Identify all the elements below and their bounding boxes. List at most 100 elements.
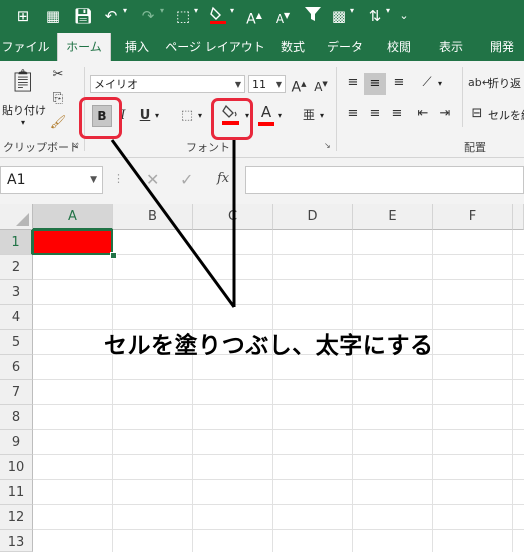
tab-formulas[interactable]: 数式	[272, 33, 314, 61]
enter-icon[interactable]: ✓	[180, 170, 193, 189]
increase-indent-icon[interactable]: ⇥	[436, 104, 454, 124]
font-name-select[interactable]: メイリオ ▼	[90, 75, 245, 93]
borders-icon[interactable]: ⬚	[172, 5, 194, 27]
font-color-button[interactable]: A	[257, 104, 275, 128]
format-painter-icon[interactable]: 🖌︎	[48, 113, 68, 133]
row-header[interactable]: 10	[0, 455, 33, 480]
font-increase-icon[interactable]: A▲	[243, 5, 265, 28]
bold-highlight-box	[79, 97, 122, 139]
row-header[interactable]: 6	[0, 355, 33, 380]
paste-button-label[interactable]: 貼り付け	[2, 102, 46, 118]
undo-dropdown-icon[interactable]: ▾	[123, 6, 127, 15]
column-header-b[interactable]: B	[113, 204, 193, 230]
column-header-f[interactable]: F	[433, 204, 513, 230]
gridline	[352, 230, 353, 552]
fill-dropdown-icon[interactable]: ▾	[230, 6, 234, 15]
phonetic-icon[interactable]: 亜	[300, 105, 318, 125]
alignment-group-label: 配置	[464, 141, 486, 154]
orientation-dropdown-icon[interactable]: ▾	[438, 79, 442, 88]
column-header-a[interactable]: A	[33, 204, 113, 230]
annotation-text: セルを塗りつぶし、太字にする	[104, 333, 434, 359]
font-increase-icon[interactable]: A▲	[290, 74, 308, 98]
copy-icon[interactable]: ⎘	[48, 89, 68, 109]
row-header[interactable]: 11	[0, 480, 33, 505]
more-icon[interactable]: ⌄	[396, 5, 412, 27]
row-header[interactable]: 9	[0, 430, 33, 455]
align-middle-icon[interactable]: ≡	[364, 73, 386, 95]
wrap-text-icon[interactable]: ab↵	[468, 73, 491, 93]
paste-dropdown-icon[interactable]: ▾	[21, 118, 25, 127]
pivot-icon[interactable]: ▩	[328, 5, 350, 27]
tab-page-layout[interactable]: ページ レイアウト	[164, 33, 266, 61]
row-header[interactable]: 8	[0, 405, 33, 430]
row-header[interactable]: 1	[0, 230, 33, 255]
column-header-d[interactable]: D	[273, 204, 353, 230]
row-header[interactable]: 5	[0, 330, 33, 355]
chevron-down-icon: ▼	[234, 80, 241, 89]
pivot-dropdown-icon[interactable]: ▾	[350, 6, 354, 15]
merge-cells-label[interactable]: セルを結	[488, 107, 524, 123]
divider	[336, 67, 337, 151]
tab-data[interactable]: データ	[320, 33, 370, 61]
borders-dropdown-icon[interactable]: ▾	[194, 6, 198, 15]
undo-icon[interactable]: ↶	[100, 5, 122, 27]
align-left-icon[interactable]: ≡	[344, 104, 362, 124]
align-top-icon[interactable]: ≡	[344, 73, 362, 93]
table-icon[interactable]: ⊞	[12, 5, 34, 27]
row-header[interactable]: 2	[0, 255, 33, 280]
column-header-g[interactable]	[513, 204, 524, 230]
merge-cells-icon[interactable]: ⊟	[468, 104, 486, 124]
font-decrease-icon[interactable]: A▼	[272, 5, 294, 27]
column-header-e[interactable]: E	[353, 204, 433, 230]
quick-access-toolbar: ⊞ ▦ 💾︎ ↶ ▾ ↷ ▾ ⬚ ▾ ▾ A▲ A▼ ▩ ▾ ⇅ ▾ ⌄	[0, 0, 524, 33]
gridline	[33, 279, 524, 280]
tab-file[interactable]: ファイル	[0, 33, 51, 61]
wrap-text-label[interactable]: 折り返	[488, 75, 521, 91]
phonetic-dropdown-icon[interactable]: ▾	[320, 111, 324, 120]
tab-review[interactable]: 校閲	[376, 33, 422, 61]
borders-dropdown-icon[interactable]: ▾	[198, 111, 202, 120]
fill-handle[interactable]	[110, 252, 117, 259]
paste-icon[interactable]: 📋︎	[8, 67, 38, 97]
underline-dropdown-icon[interactable]: ▾	[155, 111, 159, 120]
cancel-icon[interactable]: ✕	[146, 170, 159, 189]
tab-view[interactable]: 表示	[428, 33, 474, 61]
formula-input[interactable]	[245, 166, 524, 194]
sort-icon[interactable]: ⇅	[364, 5, 386, 27]
font-color-dropdown-icon[interactable]: ▾	[278, 111, 282, 120]
font-decrease-icon[interactable]: A▼	[312, 74, 330, 97]
align-right-icon[interactable]: ≡	[388, 104, 406, 124]
grid-icon[interactable]: ▦	[42, 5, 64, 27]
decrease-indent-icon[interactable]: ⇤	[414, 104, 432, 124]
clipboard-launcher-icon[interactable]: ↘	[72, 141, 79, 150]
align-center-icon[interactable]: ≡	[366, 104, 384, 124]
chevron-down-icon: ▼	[90, 175, 97, 185]
row-header[interactable]: 12	[0, 505, 33, 530]
insert-function-icon[interactable]: fx	[217, 171, 229, 186]
redo-icon[interactable]: ↷	[137, 5, 159, 27]
fill-color-icon[interactable]	[207, 5, 229, 27]
sort-dropdown-icon[interactable]: ▾	[386, 6, 390, 15]
tab-home[interactable]: ホーム	[57, 33, 111, 61]
cut-icon[interactable]: ✂	[48, 65, 68, 85]
font-launcher-icon[interactable]: ↘	[324, 141, 331, 150]
row-header[interactable]: 13	[0, 530, 33, 552]
row-header[interactable]: 4	[0, 305, 33, 330]
borders-icon[interactable]: ⬚	[178, 106, 196, 126]
row-header[interactable]: 7	[0, 380, 33, 405]
tab-insert[interactable]: 挿入	[116, 33, 158, 61]
select-all-corner[interactable]	[0, 204, 33, 230]
orientation-icon[interactable]: ⟋	[418, 73, 436, 93]
tab-developer[interactable]: 開発	[480, 33, 524, 61]
cell-a1-selected[interactable]	[32, 229, 113, 255]
filter-icon[interactable]	[302, 5, 324, 27]
save-icon[interactable]: 💾︎	[72, 5, 94, 27]
column-header-c[interactable]: C	[193, 204, 273, 230]
font-name-value: メイリオ	[94, 78, 138, 91]
font-size-select[interactable]: 11 ▼	[248, 75, 286, 93]
redo-dropdown-icon[interactable]: ▾	[160, 6, 164, 15]
underline-button[interactable]: U	[138, 106, 152, 126]
align-bottom-icon[interactable]: ≡	[390, 73, 408, 93]
name-box[interactable]: A1 ▼	[0, 166, 103, 194]
row-header[interactable]: 3	[0, 280, 33, 305]
